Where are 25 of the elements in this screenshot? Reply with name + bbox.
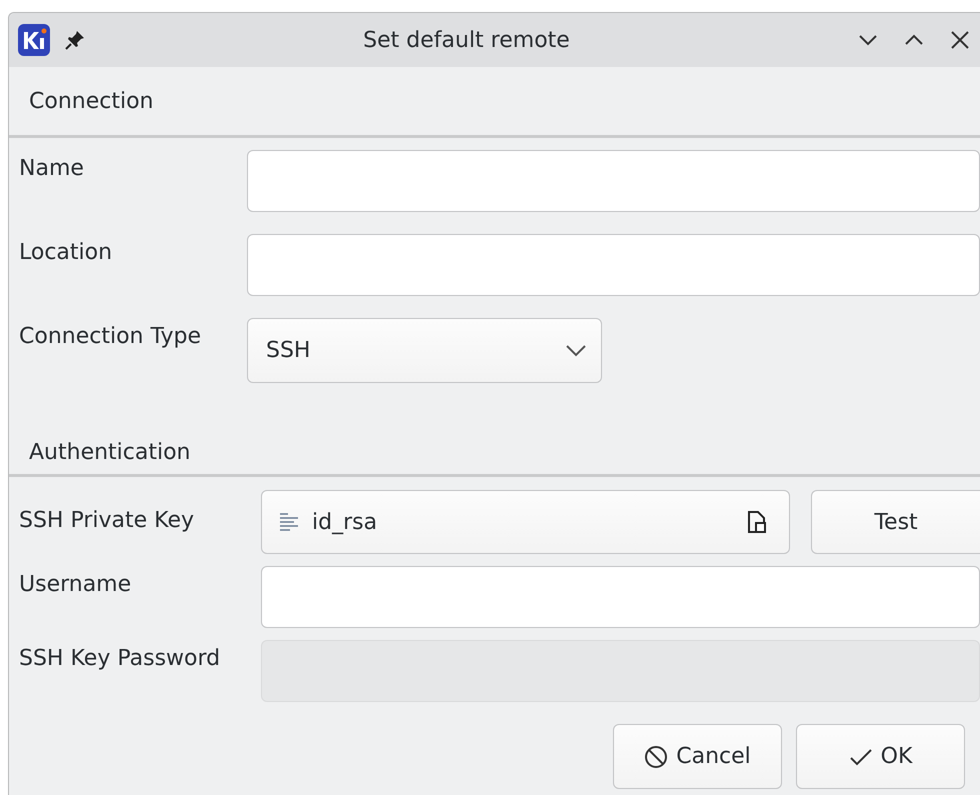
field-label: Connection Type xyxy=(19,323,202,349)
pin-icon[interactable] xyxy=(63,28,87,52)
section-heading: Connection xyxy=(29,88,154,114)
field-label: SSH Private Key xyxy=(19,507,196,533)
text-field[interactable] xyxy=(247,150,980,212)
text-field[interactable] xyxy=(261,566,980,628)
test-button[interactable]: Test xyxy=(811,490,980,554)
section-heading: Authentication xyxy=(29,440,190,464)
file-icon[interactable] xyxy=(747,510,767,534)
file-name: id_rsa xyxy=(312,510,378,534)
text-file-icon xyxy=(278,511,300,533)
field-label: Name xyxy=(19,155,85,181)
text-field[interactable] xyxy=(247,234,980,296)
app-logo xyxy=(17,23,51,57)
field-label: SSH Key Password xyxy=(19,645,222,671)
chevron-down-icon xyxy=(565,344,587,358)
ok-button[interactable]: OK xyxy=(796,724,965,789)
field-label: Username xyxy=(19,571,132,597)
field-label: Location xyxy=(19,239,114,265)
cancel-icon xyxy=(644,744,668,768)
file-picker[interactable]: id_rsa xyxy=(261,490,790,554)
connection-type-dropdown[interactable]: SSH xyxy=(247,318,602,383)
checkmark-icon xyxy=(848,746,873,766)
cancel-button[interactable]: Cancel xyxy=(613,724,782,789)
window-title: Set default remote xyxy=(362,28,571,52)
